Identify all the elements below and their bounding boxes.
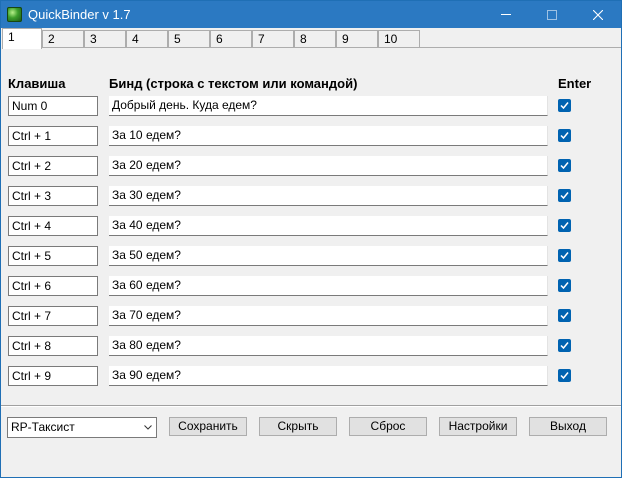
key-field[interactable]: Ctrl + 6 [8, 276, 98, 296]
bind-text-field[interactable]: За 30 едем? [109, 186, 548, 206]
enter-checkbox[interactable] [558, 309, 571, 322]
key-field[interactable]: Ctrl + 1 [8, 126, 98, 146]
chevron-down-icon [144, 425, 152, 430]
key-field[interactable]: Ctrl + 7 [8, 306, 98, 326]
bind-row: Ctrl + 1 За 10 едем? [2, 126, 621, 146]
maximize-icon [547, 9, 557, 20]
tab-2[interactable]: 2 [42, 30, 84, 48]
bind-text-field[interactable]: За 10 едем? [109, 126, 548, 146]
tab-strip: 1 2 3 4 5 6 7 8 9 10 [2, 28, 621, 49]
tab-3[interactable]: 3 [84, 30, 126, 48]
bind-text-field[interactable]: За 20 едем? [109, 156, 548, 176]
checkmark-icon [560, 342, 569, 350]
close-icon [593, 9, 603, 20]
app-window: QuickBinder v 1.7 1 2 3 4 5 6 7 8 9 10 К… [0, 0, 622, 478]
reset-button[interactable]: Сброс [349, 417, 427, 436]
key-field[interactable]: Ctrl + 8 [8, 336, 98, 356]
enter-checkbox[interactable] [558, 369, 571, 382]
hide-button[interactable]: Скрыть [259, 417, 337, 436]
checkmark-icon [560, 192, 569, 200]
bind-text-field[interactable]: За 80 едем? [109, 336, 548, 356]
checkmark-icon [560, 102, 569, 110]
checkmark-icon [560, 222, 569, 230]
bind-row: Num 0 Добрый день. Куда едем? [2, 96, 621, 116]
binds-panel: Клавиша Бинд (строка с текстом или коман… [2, 48, 621, 405]
key-field[interactable]: Ctrl + 4 [8, 216, 98, 236]
exit-button[interactable]: Выход [529, 417, 607, 436]
bind-text-field[interactable]: За 70 едем? [109, 306, 548, 326]
key-field[interactable]: Ctrl + 2 [8, 156, 98, 176]
bind-text-field[interactable]: За 60 едем? [109, 276, 548, 296]
bind-row: Ctrl + 3 За 30 едем? [2, 186, 621, 206]
bind-text-field[interactable]: Добрый день. Куда едем? [109, 96, 548, 116]
bind-row: Ctrl + 2 За 20 едем? [2, 156, 621, 176]
enter-checkbox[interactable] [558, 339, 571, 352]
tab-8[interactable]: 8 [294, 30, 336, 48]
bind-text-field[interactable]: За 90 едем? [109, 366, 548, 386]
bind-row: Ctrl + 8 За 80 едем? [2, 336, 621, 356]
save-button[interactable]: Сохранить [169, 417, 247, 436]
key-field[interactable]: Num 0 [8, 96, 98, 116]
key-field[interactable]: Ctrl + 9 [8, 366, 98, 386]
app-icon [7, 7, 22, 22]
bind-row: Ctrl + 5 За 50 едем? [2, 246, 621, 266]
tab-9[interactable]: 9 [336, 30, 378, 48]
footer-divider-highlight [1, 406, 621, 407]
enter-checkbox[interactable] [558, 189, 571, 202]
tab-6[interactable]: 6 [210, 30, 252, 48]
minimize-icon [501, 14, 511, 15]
settings-button[interactable]: Настройки [439, 417, 517, 436]
tab-5[interactable]: 5 [168, 30, 210, 48]
close-button[interactable] [575, 1, 621, 28]
checkmark-icon [560, 372, 569, 380]
key-field[interactable]: Ctrl + 3 [8, 186, 98, 206]
title-bar[interactable]: QuickBinder v 1.7 [1, 1, 621, 28]
tab-1[interactable]: 1 [2, 28, 42, 49]
bind-text-field[interactable]: За 40 едем? [109, 216, 548, 236]
tab-7[interactable]: 7 [252, 30, 294, 48]
key-field[interactable]: Ctrl + 5 [8, 246, 98, 266]
checkmark-icon [560, 282, 569, 290]
checkmark-icon [560, 312, 569, 320]
enter-checkbox[interactable] [558, 249, 571, 262]
profile-select-value: RP-Таксист [11, 420, 75, 434]
tab-4[interactable]: 4 [126, 30, 168, 48]
checkmark-icon [560, 162, 569, 170]
header-enter: Enter [558, 76, 592, 91]
bind-row: Ctrl + 6 За 60 едем? [2, 276, 621, 296]
maximize-button[interactable] [529, 1, 575, 28]
enter-checkbox[interactable] [558, 219, 571, 232]
bind-row: Ctrl + 7 За 70 едем? [2, 306, 621, 326]
header-key: Клавиша [8, 76, 66, 91]
bind-text-field[interactable]: За 50 едем? [109, 246, 548, 266]
header-bind: Бинд (строка с текстом или командой) [109, 76, 358, 91]
enter-checkbox[interactable] [558, 129, 571, 142]
checkmark-icon [560, 252, 569, 260]
bind-row: Ctrl + 4 За 40 едем? [2, 216, 621, 236]
bind-row: Ctrl + 9 За 90 едем? [2, 366, 621, 386]
minimize-button[interactable] [483, 1, 529, 28]
tab-10[interactable]: 10 [378, 30, 420, 48]
window-title: QuickBinder v 1.7 [28, 7, 131, 22]
profile-select[interactable]: RP-Таксист [7, 417, 157, 438]
enter-checkbox[interactable] [558, 99, 571, 112]
checkmark-icon [560, 132, 569, 140]
enter-checkbox[interactable] [558, 279, 571, 292]
enter-checkbox[interactable] [558, 159, 571, 172]
